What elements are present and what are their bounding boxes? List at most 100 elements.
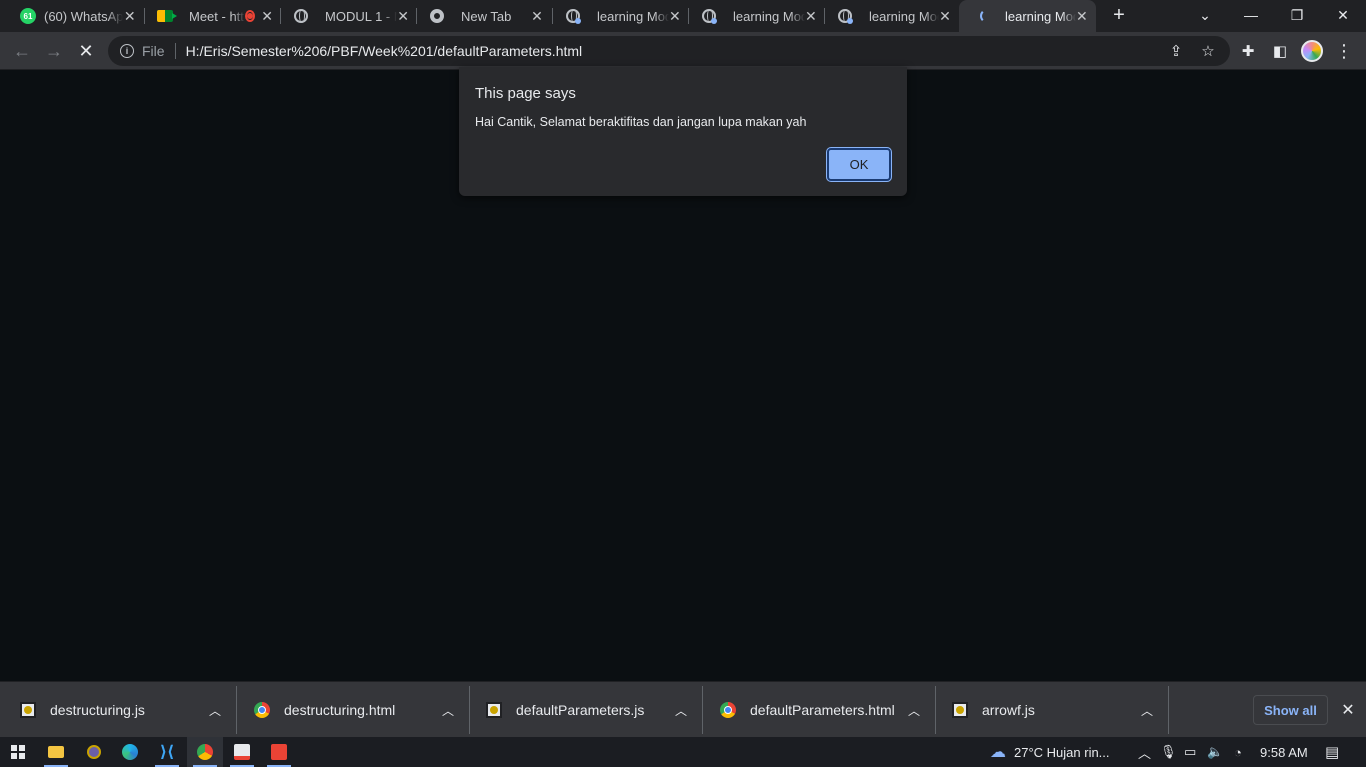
avatar [1301,40,1323,62]
notification-icon: ▤ [1325,744,1340,761]
weather-text: 27°C Hujan rin... [1014,744,1110,760]
address-bar[interactable]: i File H:/Eris/Semester%206/PBF/Week%201… [108,36,1230,66]
download-item[interactable]: arrowf.js ︿ [936,682,1169,738]
download-item[interactable]: destructuring.html ︿ [237,682,470,738]
microphone-button[interactable]: 🎙 [1160,737,1177,767]
app-button[interactable] [76,737,112,767]
speaker-icon: 🔈 [1207,744,1224,759]
chevron-up-icon[interactable]: ︿ [1141,702,1153,719]
whatsapp-icon: 61 [20,8,36,24]
tab-strip: 61 (60) WhatsApp ✕ Meet - https://meet.g… [0,0,1366,32]
forward-button[interactable]: → [40,37,68,65]
wifi-button[interactable]: ◔ [1234,737,1242,767]
tab-title: (60) WhatsApp [44,8,123,24]
edge-icon [122,744,138,760]
restore-button[interactable]: ❐ [1274,0,1320,30]
share-button[interactable]: ⇪ [1162,37,1190,65]
download-item[interactable]: defaultParameters.html ︿ [703,682,936,738]
profile-button[interactable] [1298,37,1326,65]
show-all-button[interactable]: Show all [1253,695,1328,725]
chevron-up-icon[interactable]: ︿ [675,702,687,719]
tab-search-button[interactable]: ⌄ [1182,0,1228,30]
tab-whatsapp[interactable]: 61 (60) WhatsApp ✕ [0,0,145,32]
new-tab-button[interactable]: + [1100,0,1138,30]
chrome-icon [197,744,213,760]
close-tab-icon[interactable]: ✕ [805,8,817,24]
alert-dialog: This page says Hai Cantik, Selamat berak… [459,67,907,196]
download-item[interactable]: destructuring.js ︿ [0,682,237,738]
google-meet-icon [157,8,177,24]
tab-title: learning Module [1005,8,1076,24]
notifications-button[interactable]: ▤ [1325,737,1339,767]
close-tab-icon[interactable]: ✕ [529,8,545,24]
stop-button[interactable]: ✕ [72,37,100,65]
close-shelf-button[interactable]: ✕ [1337,699,1359,721]
close-tab-icon[interactable]: ✕ [669,8,681,24]
chevron-up-icon[interactable]: ︿ [209,702,221,719]
close-window-button[interactable]: ✕ [1320,0,1366,30]
tab-modul[interactable]: MODUL 1 - Modul ✕ [281,0,417,32]
wifi-icon: ◔ [1234,744,1242,760]
chevron-up-icon[interactable]: ︿ [908,702,920,719]
menu-button[interactable]: ⋮ [1330,37,1358,65]
extensions-button[interactable]: ✚ [1234,37,1262,65]
tab-learning-module-active[interactable]: learning Module ✕ [959,0,1096,32]
info-icon[interactable]: i [120,44,134,58]
more-vert-icon: ⋮ [1335,40,1353,61]
globe-icon [701,8,717,24]
download-shelf: destructuring.js ︿ destructuring.html ︿ … [0,681,1366,737]
tab-new-tab[interactable]: New Tab ✕ [417,0,553,32]
close-tab-icon[interactable]: ✕ [1076,8,1088,24]
windows-taskbar: ⟩⟨ ☁ 27°C Hujan rin... ︿ 🎙 ▭ 🔈 ◔ 9:58 AM… [0,737,1366,767]
tab-learning-module-1[interactable]: learning Module ✕ [553,0,689,32]
image-app-icon [234,744,250,760]
bookmark-button[interactable]: ☆ [1194,37,1222,65]
dialog-message: Hai Cantik, Selamat beraktifitas dan jan… [475,115,807,129]
minimize-button[interactable]: — [1228,0,1274,30]
arrow-left-icon: ← [13,40,31,61]
star-icon: ☆ [1201,43,1215,60]
chrome-icon [429,8,445,24]
tab-meet[interactable]: Meet - https://meet.google.com ✕ [145,0,281,32]
chevron-up-icon[interactable]: ︿ [442,702,454,719]
js-file-icon [20,702,36,718]
vscode-button[interactable]: ⟩⟨ [149,737,185,767]
image-app-button[interactable] [224,737,260,767]
tab-title: New Tab [461,8,512,24]
close-tab-icon[interactable]: ✕ [397,8,409,24]
edge-button[interactable] [112,737,148,767]
globe-icon [837,8,853,24]
tab-title: Meet - https://meet.google.com [189,8,245,24]
arrow-right-icon: → [45,40,63,61]
chevron-up-icon: ︿ [1138,745,1152,761]
close-tab-icon[interactable]: ✕ [123,8,137,24]
close-icon: ✕ [1341,702,1355,719]
weather-widget[interactable]: ☁ 27°C Hujan rin... [990,737,1110,767]
show-hidden-icons-button[interactable]: ︿ [1138,737,1151,767]
file-explorer-button[interactable] [38,737,74,767]
puzzle-icon: ✚ [1241,43,1255,60]
app-icon [87,745,101,759]
divider [174,43,176,59]
share-icon: ⇪ [1169,43,1183,60]
chrome-button[interactable] [187,737,223,767]
start-button[interactable] [0,737,36,767]
back-button[interactable]: ← [8,37,36,65]
minimize-icon: — [1244,7,1258,23]
side-panel-button[interactable]: ◧ [1266,37,1294,65]
tab-learning-module-3[interactable]: learning Module ✕ [825,0,959,32]
download-filename: defaultParameters.html [750,702,895,718]
close-tab-icon[interactable]: ✕ [261,8,273,24]
microphone-icon: 🎙 [1160,744,1177,759]
tab-learning-module-2[interactable]: learning Module ✕ [689,0,825,32]
close-tab-icon[interactable]: ✕ [939,8,951,24]
url-text[interactable]: H:/Eris/Semester%206/PBF/Week%201/defaul… [186,43,583,59]
divider [1168,686,1169,734]
download-item[interactable]: defaultParameters.js ︿ [470,682,703,738]
pdf-app-button[interactable] [261,737,297,767]
battery-button[interactable]: ▭ [1184,737,1196,767]
ok-button[interactable]: OK [827,148,891,181]
close-icon: ✕ [1337,6,1349,23]
clock[interactable]: 9:58 AM [1260,737,1308,767]
volume-button[interactable]: 🔈 [1207,737,1223,767]
